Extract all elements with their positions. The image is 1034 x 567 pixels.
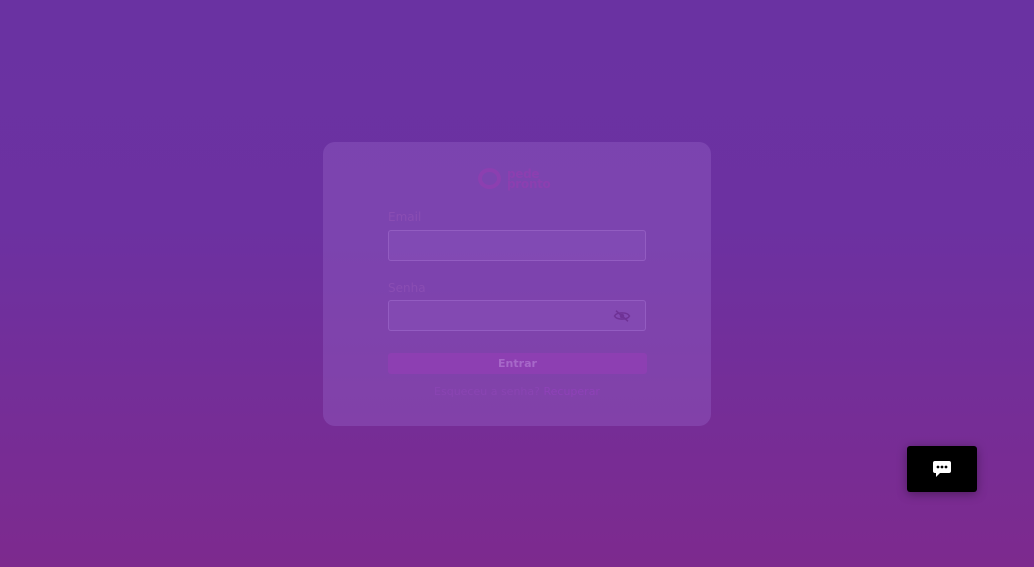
email-field[interactable] bbox=[389, 231, 645, 260]
login-card: pede pronto Email Senha Entrar Esqueceu … bbox=[323, 142, 711, 426]
recover-password-link[interactable]: Recuperar bbox=[543, 385, 599, 398]
login-button[interactable]: Entrar bbox=[388, 353, 647, 374]
chat-bubble-icon bbox=[933, 461, 951, 477]
password-field[interactable] bbox=[389, 301, 645, 330]
eye-off-icon[interactable] bbox=[613, 309, 631, 323]
password-field-container bbox=[388, 300, 646, 331]
pedepronto-logo: pede pronto bbox=[478, 168, 551, 191]
email-label: Email bbox=[388, 210, 422, 224]
logo-line-2: pronto bbox=[507, 176, 551, 191]
logo-ring-icon bbox=[478, 168, 501, 189]
logo-text: pede pronto bbox=[507, 168, 551, 191]
password-label: Senha bbox=[388, 281, 426, 295]
forgot-password-text: Esqueceu a senha? bbox=[434, 385, 540, 398]
email-field-container bbox=[388, 230, 646, 261]
chat-widget-button[interactable] bbox=[907, 446, 977, 492]
forgot-password-row: Esqueceu a senha? Recuperar bbox=[323, 385, 711, 398]
